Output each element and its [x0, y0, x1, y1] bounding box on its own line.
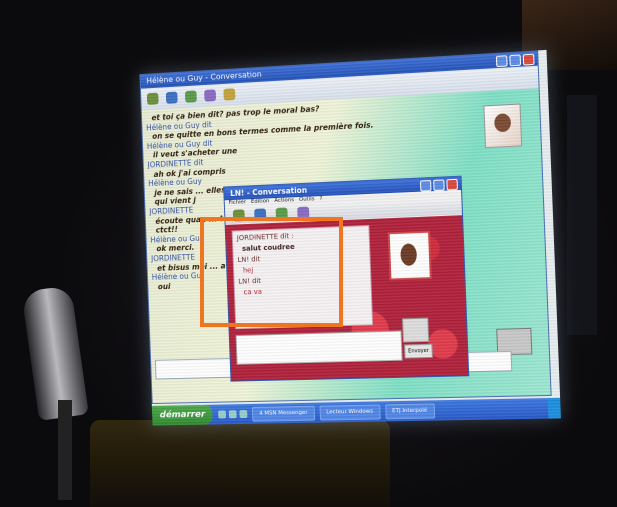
quick-launch-icon[interactable]	[240, 410, 248, 418]
taskbar-item-player[interactable]: Lecteur Windows	[319, 404, 380, 420]
maximize-icon[interactable]	[433, 179, 445, 191]
activities-icon[interactable]	[223, 88, 235, 100]
avatar-photo	[494, 113, 511, 132]
audio-icon[interactable]	[204, 89, 216, 101]
minimize-icon[interactable]	[420, 180, 432, 192]
popup-message-input[interactable]	[236, 330, 403, 364]
minimize-icon[interactable]	[496, 55, 508, 67]
lamp-pole	[58, 400, 72, 500]
main-window-controls	[496, 54, 535, 67]
avatar-photo	[400, 243, 417, 266]
menu-item[interactable]: Édition	[251, 198, 270, 207]
quick-launch-icon[interactable]	[229, 410, 237, 418]
quick-launch-icon[interactable]	[218, 410, 226, 418]
contact-avatar[interactable]	[483, 103, 522, 148]
invite-icon[interactable]	[147, 93, 159, 105]
highlight-box	[200, 217, 343, 327]
taskbar-item-msn[interactable]: 4 MSN Messenger	[252, 405, 314, 421]
quick-launch	[218, 410, 247, 418]
taskbar-item-video[interactable]: ETJ Interpolé	[385, 403, 435, 419]
send-files-icon[interactable]	[166, 91, 178, 103]
close-icon[interactable]	[446, 179, 458, 191]
contact-avatar[interactable]	[388, 231, 432, 281]
send-button[interactable]: Envoyer	[404, 344, 433, 359]
close-icon[interactable]	[523, 54, 535, 66]
start-button[interactable]: démarrer	[152, 405, 213, 426]
webcam-icon[interactable]	[185, 90, 197, 102]
menu-item[interactable]: Fichier	[229, 199, 247, 208]
wall-strip	[567, 95, 597, 335]
photo-scene: Hélène ou Guy - Conversation et toi ça b…	[0, 0, 617, 507]
own-avatar[interactable]	[402, 318, 429, 343]
menu-item[interactable]: ?	[319, 196, 322, 204]
menu-item[interactable]: Outils	[299, 196, 315, 205]
popup-window-controls	[420, 179, 458, 192]
maximize-icon[interactable]	[509, 54, 521, 66]
foreground-objects	[90, 420, 390, 507]
menu-item[interactable]: Actions	[274, 197, 294, 206]
system-tray	[548, 398, 561, 419]
